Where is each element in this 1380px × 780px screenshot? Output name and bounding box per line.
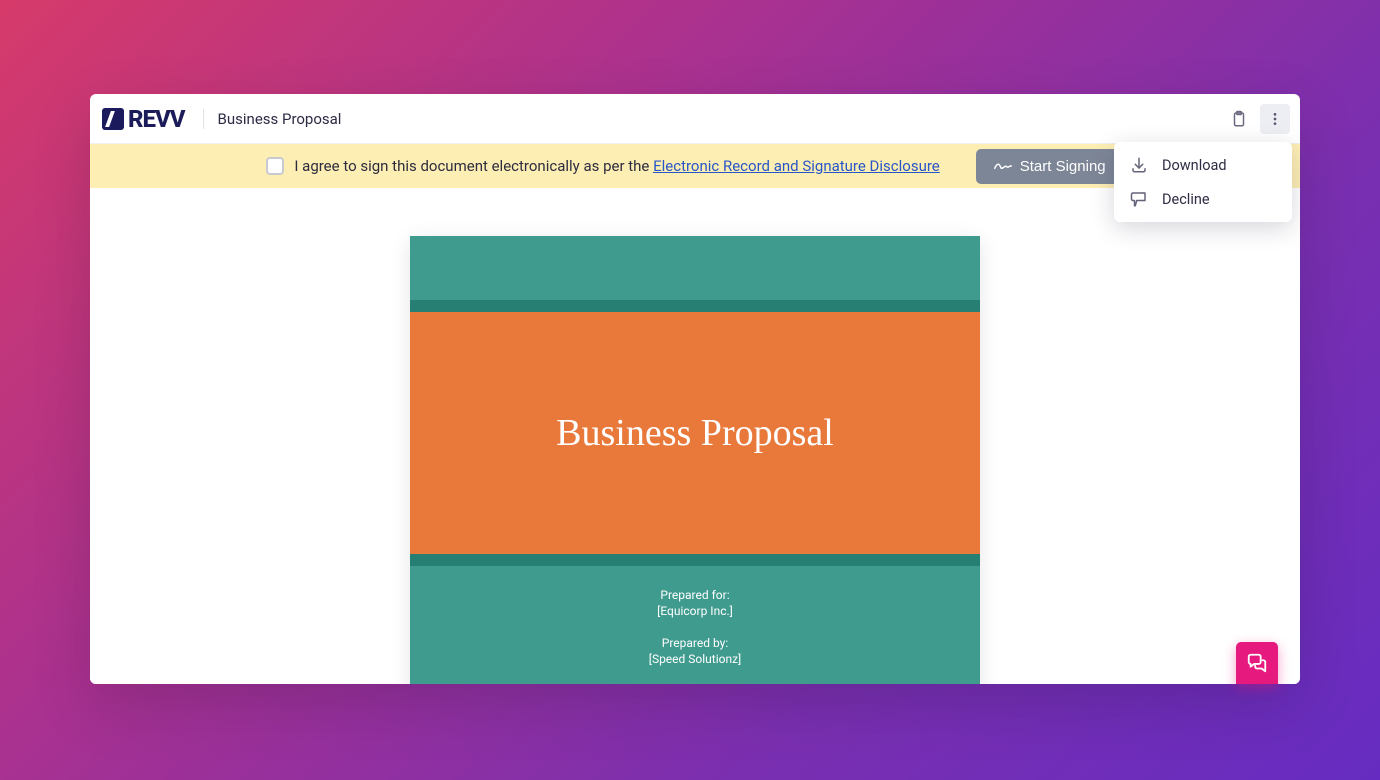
menu-item-decline-label: Decline: [1162, 191, 1210, 208]
app-header: REVV Business Proposal: [90, 94, 1300, 144]
consent-checkbox[interactable]: [266, 157, 284, 175]
thumbs-down-icon: [1130, 190, 1148, 208]
clipboard-button[interactable]: [1224, 104, 1254, 134]
clipboard-icon: [1230, 109, 1248, 129]
prepared-for-label: Prepared for:: [410, 588, 980, 602]
doc-stripe: [410, 300, 980, 312]
app-window: REVV Business Proposal: [90, 94, 1300, 684]
menu-item-download-label: Download: [1162, 157, 1227, 174]
prepared-by-label: Prepared by:: [410, 636, 980, 650]
document-page: Business Proposal Prepared for: [Equicor…: [410, 236, 980, 684]
chat-button[interactable]: [1236, 642, 1278, 684]
doc-title-block: Business Proposal: [410, 312, 980, 554]
start-signing-label: Start Signing: [1020, 158, 1106, 175]
download-icon: [1130, 156, 1148, 174]
menu-item-download[interactable]: Download: [1114, 148, 1292, 182]
consent-text-group: I agree to sign this document electronic…: [266, 157, 939, 175]
menu-item-decline[interactable]: Decline: [1114, 182, 1292, 216]
signature-icon: [994, 161, 1012, 171]
doc-main-title: Business Proposal: [556, 411, 834, 455]
prepared-for-value: [Equicorp Inc.]: [410, 604, 980, 618]
doc-band-top: [410, 236, 980, 300]
more-options-button[interactable]: [1260, 104, 1290, 134]
brand-logo-text: REVV: [128, 105, 185, 133]
more-vertical-icon: [1267, 111, 1283, 127]
doc-meta-block: Prepared for: [Equicorp Inc.] Prepared b…: [410, 566, 980, 666]
brand-logo-mark-icon: [102, 108, 124, 130]
document-title: Business Proposal: [218, 110, 342, 128]
header-divider: [203, 109, 204, 129]
doc-stripe: [410, 554, 980, 566]
chat-icon: [1246, 652, 1268, 674]
gradient-background: REVV Business Proposal: [0, 0, 1380, 780]
consent-text: I agree to sign this document electronic…: [294, 157, 939, 175]
brand-logo[interactable]: REVV: [98, 105, 189, 133]
more-options-menu: Download Decline: [1114, 142, 1292, 222]
disclosure-link[interactable]: Electronic Record and Signature Disclosu…: [653, 157, 940, 175]
document-viewport[interactable]: Business Proposal Prepared for: [Equicor…: [90, 188, 1300, 684]
start-signing-button[interactable]: Start Signing: [976, 149, 1124, 184]
consent-text-prefix: I agree to sign this document electronic…: [294, 157, 653, 175]
prepared-by-value: [Speed Solutionz]: [410, 652, 980, 666]
